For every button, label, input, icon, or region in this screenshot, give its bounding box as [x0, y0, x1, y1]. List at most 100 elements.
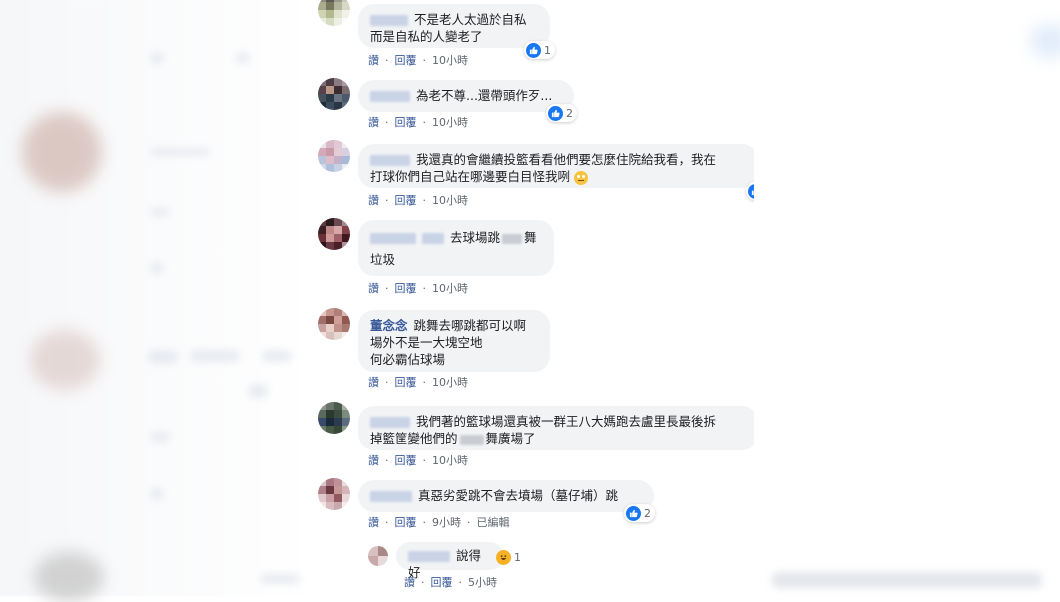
reply-link[interactable]: 回覆 [395, 114, 417, 130]
comment-text-line: 打球你們自己站在哪邊要白目怪我咧 [370, 169, 571, 184]
blurred-text [150, 488, 164, 500]
comment-bubble: 不是老人太過於自私 而是自私的人變老了 [358, 4, 550, 48]
avatar[interactable] [318, 308, 350, 340]
redacted-word [502, 233, 523, 244]
blurred-username[interactable] [422, 233, 444, 244]
comment-bubble: 董念念 跳舞去哪跳都可以啊 場外不是一大塊空地 何必霸佔球場 [358, 310, 550, 372]
edited-label[interactable]: 已編輯 [477, 514, 510, 530]
blurred-text [150, 208, 170, 216]
haha-icon [496, 549, 511, 565]
reply-link[interactable]: 回覆 [395, 374, 417, 390]
like-icon [526, 42, 541, 58]
timestamp[interactable]: 10小時 [432, 114, 468, 130]
avatar[interactable] [318, 140, 350, 172]
like-link[interactable]: 讚 [368, 192, 379, 208]
comment-text-line: 我還真的會繼續投籃看看他們要怎麼住院給我看，我在 [416, 152, 717, 167]
separator: · [385, 281, 389, 295]
reaction-badge[interactable]: 2 [546, 104, 577, 122]
comment-text-line: 不是老人太過於自私 [414, 12, 527, 27]
comment-text-fragment: 舞 [524, 230, 537, 245]
comment-text-line: 我們著的籃球場還真被一群王八大媽跑去盧里長最後拆 [416, 414, 717, 429]
timestamp[interactable]: 10小時 [432, 52, 468, 68]
reaction-badge[interactable]: 2 [624, 504, 655, 522]
redacted-word [459, 434, 484, 445]
comment-bubble: 我們著的籃球場還真被一群王八大媽跑去盧里長最後拆 掉籃筐變他們的 舞廣場了 [358, 406, 754, 450]
timestamp[interactable]: 9小時 [432, 514, 461, 530]
timestamp[interactable]: 10小時 [432, 374, 468, 390]
reaction-badge[interactable]: 1 [494, 548, 525, 566]
blurred-avatar [30, 330, 100, 390]
avatar[interactable] [318, 218, 350, 250]
blurred-text [772, 572, 1042, 588]
avatar[interactable] [318, 0, 350, 26]
reply-link[interactable]: 回覆 [431, 574, 453, 590]
separator: · [385, 515, 389, 529]
reaction-count: 2 [566, 106, 573, 120]
like-link[interactable]: 讚 [404, 574, 415, 590]
separator: · [422, 453, 427, 467]
blurred-username[interactable] [370, 491, 412, 502]
comment-text-line: 垃圾 [370, 252, 396, 267]
like-link[interactable]: 讚 [368, 374, 379, 390]
like-icon [748, 183, 754, 199]
blurred-background-right [760, 0, 1060, 596]
separator: · [385, 115, 389, 129]
timestamp[interactable]: 5小時 [468, 574, 497, 590]
separator: · [467, 515, 471, 529]
comment-bubble: 說得好 [396, 542, 504, 580]
blurred-text [150, 52, 164, 64]
like-link[interactable]: 讚 [368, 52, 379, 68]
blurred-username[interactable] [370, 417, 410, 428]
reply-link[interactable]: 回覆 [395, 452, 417, 468]
like-link[interactable]: 讚 [368, 452, 379, 468]
blurred-text [236, 52, 250, 64]
comment-actions: 讚 · 回覆 · 10小時 [368, 280, 468, 296]
comment-actions: 讚 · 回覆 · 10小時 [368, 374, 468, 390]
avatar[interactable] [318, 478, 350, 510]
reply-link[interactable]: 回覆 [395, 280, 417, 296]
reaction-badge[interactable] [746, 182, 754, 200]
like-icon [626, 505, 641, 521]
comment-text-line: 而是自私的人變老了 [370, 29, 483, 44]
blurred-username[interactable] [370, 155, 410, 166]
username[interactable]: 董念念 [370, 318, 408, 333]
blurred-avatar [22, 112, 102, 192]
blurred-username[interactable] [408, 551, 450, 562]
separator: · [422, 53, 427, 67]
comment-bubble: 我還真的會繼續投籃看看他們要怎麼住院給我看，我在 打球你們自己站在哪邊要白目怪我… [358, 144, 754, 188]
comment-text-line: 跳舞去哪跳都可以啊 [413, 318, 527, 333]
comment-text-line: 為老不尊...還帶頭作歹... [416, 88, 553, 103]
reply-link[interactable]: 回覆 [395, 514, 417, 530]
comment-bubble: 為老不尊...還帶頭作歹... [358, 80, 574, 112]
comment-text-line: 真惡劣愛跳不會去墳場（墓仔埔）跳 [418, 488, 619, 503]
comment-bubble: 真惡劣愛跳不會去墳場（墓仔埔）跳 [358, 480, 654, 512]
reaction-badge[interactable]: 1 [524, 41, 555, 59]
like-link[interactable]: 讚 [368, 514, 379, 530]
timestamp[interactable]: 10小時 [432, 192, 468, 208]
blurred-username[interactable] [370, 15, 408, 26]
blurred-text [150, 262, 164, 274]
avatar[interactable] [368, 546, 388, 566]
separator: · [422, 281, 427, 295]
timestamp[interactable]: 10小時 [432, 452, 468, 468]
reply-link[interactable]: 回覆 [395, 52, 417, 68]
comment-text-fragment: 掉籃筐變他們的 [370, 431, 458, 446]
comments-feed: 不是老人太過於自私 而是自私的人變老了 1 讚 · 回覆 · 10小時 為老不尊… [308, 0, 754, 596]
separator: · [385, 453, 389, 467]
separator: · [422, 193, 427, 207]
like-link[interactable]: 讚 [368, 114, 379, 130]
blurred-username[interactable] [370, 91, 410, 102]
comment-text-fragment: 舞廣場了 [485, 431, 536, 446]
reply-link[interactable]: 回覆 [395, 192, 417, 208]
rolling-eyes-emoji-icon [574, 170, 588, 185]
separator: · [422, 375, 427, 389]
avatar[interactable] [318, 78, 350, 110]
separator: · [421, 575, 425, 589]
reaction-count: 2 [644, 506, 651, 520]
blurred-username[interactable] [370, 233, 416, 244]
timestamp[interactable]: 10小時 [432, 280, 468, 296]
blurred-text [190, 350, 240, 362]
comment-actions: 讚 · 回覆 · 5小時 [404, 574, 497, 590]
like-link[interactable]: 讚 [368, 280, 379, 296]
avatar[interactable] [318, 402, 350, 434]
